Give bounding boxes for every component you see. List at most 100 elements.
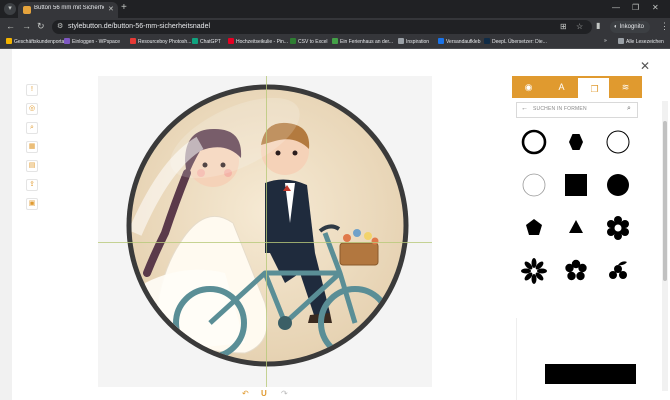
panel-tab-camera[interactable]: ◉ <box>512 76 545 98</box>
panel-scrollbar[interactable] <box>662 101 668 391</box>
bookmark-label: Geschäftskundenportal <box>14 39 66 45</box>
url-text: stylebutton.de/button-56-mm-sicherheitsn… <box>68 23 211 30</box>
tab-title: Button 56 mm mit Sicherheitsnadel <box>34 5 104 11</box>
panel-tab-text[interactable]: A <box>545 76 578 98</box>
shape-hexagon-icon[interactable] <box>562 128 590 156</box>
shape-cherries-icon[interactable] <box>604 257 632 285</box>
incognito-badge[interactable]: ◐ Inkognito <box>610 21 650 33</box>
address-bar[interactable]: ⚙ stylebutton.de/button-56-mm-sicherheit… <box>52 20 592 34</box>
camera-icon: ◉ <box>524 82 533 92</box>
more-bookmarks-icon[interactable]: » <box>604 38 607 44</box>
layers-icon: ≋ <box>621 82 630 92</box>
all-bookmarks-folder[interactable]: Alle Lesezeichen <box>618 38 664 45</box>
site-favicon-icon <box>23 6 31 14</box>
preview-rectangle-shape <box>545 364 636 384</box>
save-icon[interactable]: ▤ <box>26 160 38 172</box>
panel-tab-shapes[interactable]: ❐ <box>578 76 611 98</box>
grid-icon[interactable]: ▦ <box>26 141 38 153</box>
redo-button[interactable]: ↷ <box>281 389 288 398</box>
shape-flower-round-icon[interactable] <box>562 257 590 285</box>
bookmark-label: Hochzeitseikulie - Pin... <box>236 39 288 45</box>
minimize-icon[interactable]: — <box>612 3 620 12</box>
bookmarks-bar: Geschäftskundenportal Einloggen - WPspace… <box>0 36 670 49</box>
bookmark-label: DeepL Übersetzer: Die... <box>492 39 547 45</box>
bookmark-item[interactable]: Resourceboy Photosh... <box>130 38 191 45</box>
shape-square-icon[interactable] <box>562 171 590 199</box>
bookmark-label: Inspiration <box>406 39 430 45</box>
tab-close-icon[interactable]: ✕ <box>108 5 114 13</box>
shape-circle-outline-bold-icon[interactable] <box>520 128 548 156</box>
horizontal-center-guide <box>98 242 432 243</box>
panel-tab-layers[interactable]: ≋ <box>609 76 642 98</box>
reload-icon[interactable]: ↻ <box>37 21 45 32</box>
back-icon[interactable]: ← <box>6 21 15 31</box>
vertical-center-guide <box>266 76 267 387</box>
bookmark-item[interactable]: ChatGPT <box>192 38 221 45</box>
compass-icon[interactable]: ◎ <box>26 103 38 115</box>
search-icon[interactable]: ⌕ <box>627 105 631 113</box>
shape-circle-outline-light-icon[interactable] <box>520 171 548 199</box>
bookmark-label: ChatGPT <box>200 39 221 45</box>
bookmark-favicon-icon <box>290 38 296 44</box>
new-tab-button[interactable]: + <box>121 2 127 13</box>
site-info-icon[interactable]: ⚙ <box>57 22 63 30</box>
forward-icon[interactable]: → <box>22 21 31 31</box>
bookmark-item[interactable]: CSV to Excel <box>290 38 327 45</box>
shape-triangle-icon[interactable] <box>562 214 590 242</box>
bookmark-favicon-icon <box>130 38 136 44</box>
upload-icon[interactable]: ⇪ <box>26 179 38 191</box>
bookmark-favicon-icon <box>228 38 234 44</box>
image-icon[interactable]: ▣ <box>26 198 38 210</box>
shape-preview-popup <box>516 318 662 400</box>
incognito-icon: ◐ <box>614 24 618 30</box>
shape-flower-ring-icon[interactable] <box>604 214 632 242</box>
button-preview[interactable] <box>125 83 410 368</box>
back-arrow-icon[interactable]: ← <box>521 105 528 112</box>
bookmark-favicon-icon <box>6 38 12 44</box>
shape-circle-outline-thin-icon[interactable] <box>604 128 632 156</box>
close-editor-icon[interactable]: ✕ <box>640 59 650 73</box>
shape-search-box[interactable]: ← SUCHEN IN FORMEN ⌕ <box>516 102 638 118</box>
bookmark-favicon-icon <box>438 38 444 44</box>
bookmark-item[interactable]: Versandaufkleb <box>438 38 480 45</box>
bookmark-item[interactable]: Inspiration <box>398 38 429 45</box>
bookmark-label: Einloggen - WPspace <box>72 39 121 45</box>
zoom-icon[interactable]: ⌕ <box>26 122 38 134</box>
bookmark-favicon-icon <box>398 38 404 44</box>
bookmark-label: Versandaufkleb <box>446 39 481 45</box>
bookmark-item[interactable]: Einloggen - WPspace <box>64 38 120 45</box>
bookmark-favicon-icon <box>484 38 490 44</box>
incognito-label: Inkognito <box>619 24 644 30</box>
undo-button[interactable]: ↶ <box>242 389 249 398</box>
maximize-icon[interactable]: ❐ <box>632 3 639 12</box>
browser-tabbar: ▾ Button 56 mm mit Sicherheitsnadel ✕ + … <box>0 0 670 18</box>
browser-tab[interactable]: Button 56 mm mit Sicherheitsnadel ✕ <box>18 2 118 18</box>
bookmark-label: Resourceboy Photosh... <box>138 39 192 45</box>
info-icon[interactable]: ! <box>26 84 38 96</box>
scrollbar-thumb[interactable] <box>663 121 667 281</box>
all-bookmarks-label: Alle Lesezeichen <box>626 39 664 45</box>
bookmark-favicon-icon <box>192 38 198 44</box>
page-margin <box>0 49 12 400</box>
translate-icon[interactable]: ⊞ <box>560 22 567 31</box>
window-close-icon[interactable]: ✕ <box>652 3 659 12</box>
tab-search-icon[interactable]: ▾ <box>4 3 16 15</box>
bookmark-item[interactable]: Hochzeitseikulie - Pin... <box>228 38 288 45</box>
side-panel-icon[interactable]: ▮ <box>596 21 600 30</box>
bookmark-label: Ein Ferienhaus an der... <box>340 39 394 45</box>
bookmark-item[interactable]: Geschäftskundenportal <box>6 38 65 45</box>
shape-pentagon-icon[interactable] <box>520 214 548 242</box>
bookmark-star-icon[interactable]: ☆ <box>576 22 583 31</box>
bookmark-item[interactable]: Ein Ferienhaus an der... <box>332 38 393 45</box>
bookmark-favicon-icon <box>64 38 70 44</box>
menu-icon[interactable]: ⋮ <box>660 21 669 32</box>
browser-toolbar: ← → ↻ ⚙ stylebutton.de/button-56-mm-sich… <box>0 18 670 36</box>
bookmark-item[interactable]: DeepL Übersetzer: Die... <box>484 38 547 45</box>
bookmark-label: CSV to Excel <box>298 39 328 45</box>
text-icon: A <box>558 82 565 92</box>
folder-icon <box>618 38 624 44</box>
magnet-snap-button[interactable]: U <box>261 389 267 398</box>
shape-flower-icon[interactable] <box>520 257 548 285</box>
shape-search-input[interactable]: SUCHEN IN FORMEN <box>533 106 623 112</box>
shape-circle-filled-icon[interactable] <box>604 171 632 199</box>
